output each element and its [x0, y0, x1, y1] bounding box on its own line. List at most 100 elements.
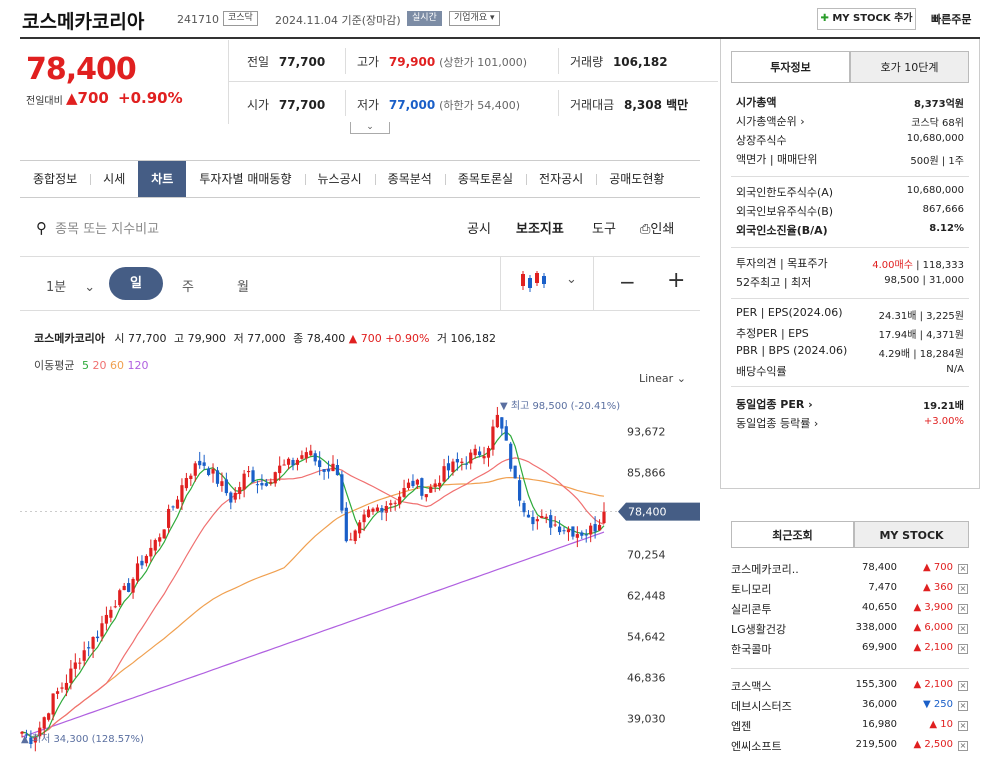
scale-dropdown[interactable]: Linear ⌄	[639, 372, 686, 385]
remove-icon[interactable]: ×	[958, 584, 968, 594]
remove-icon[interactable]: ×	[958, 681, 968, 691]
candle-body	[95, 636, 100, 639]
candle-body	[509, 443, 513, 469]
quick-order-link[interactable]: 빠른주문	[931, 11, 971, 27]
invest-row-value: 19.21배	[923, 401, 964, 412]
recent-item[interactable]: 데브시스터즈 36,000 ▼ 250 ×	[731, 698, 969, 714]
tab-analysis[interactable]: 종목분석	[374, 161, 445, 197]
remove-icon[interactable]: ×	[958, 604, 968, 614]
recent-item[interactable]: 코스메카코리.. 78,400 ▲ 700 ×	[731, 561, 969, 577]
invest-row: 액면가 | 매매단위 500원 | 1주	[736, 151, 964, 167]
invest-row: 추정PER | EPS 17.94배 | 4,371원	[736, 325, 964, 341]
recent-item-name[interactable]: 엡젠	[731, 718, 751, 734]
recent-item-name[interactable]: 토니모리	[731, 581, 771, 597]
disclosure-button[interactable]: 공시	[467, 218, 491, 237]
zoom-in-icon[interactable]: +	[667, 268, 685, 293]
remove-icon[interactable]: ×	[958, 624, 968, 634]
expand-chevron-icon[interactable]: ⌄	[350, 122, 390, 134]
candle-body	[464, 463, 468, 465]
period-month[interactable]: 월	[237, 276, 249, 295]
candle-body	[344, 507, 348, 542]
remove-icon[interactable]: ×	[958, 564, 968, 574]
company-overview-dropdown[interactable]: 기업개요 ▾	[449, 11, 500, 26]
recent-item[interactable]: 실리콘투 40,650 ▲ 3,900 ×	[731, 601, 969, 617]
tab-quote[interactable]: 시세	[90, 161, 138, 197]
recent-item-name[interactable]: 엔씨소프트	[731, 738, 782, 754]
invest-row: PBR | BPS (2024.06) 4.29배 | 18,284원	[736, 344, 964, 360]
tab-short-selling[interactable]: 공매도현황	[596, 161, 677, 197]
candle-body	[424, 494, 428, 498]
tab-chart[interactable]: 차트	[138, 161, 187, 197]
recent-item[interactable]: 코스맥스 155,300 ▲ 2,100 ×	[731, 678, 969, 694]
tab-discussion[interactable]: 종목토론실	[444, 161, 526, 197]
tab-recent[interactable]: 최근조회	[731, 521, 854, 548]
add-mystock-button[interactable]: ✚ MY STOCK 추가	[817, 8, 916, 30]
recent-item-name[interactable]: LG생활건강	[731, 621, 786, 637]
candle-body	[309, 450, 313, 456]
recent-item-change: ▲ 2,100	[913, 642, 954, 653]
candle-body	[140, 560, 144, 566]
candle-body	[406, 482, 411, 488]
candle-body	[175, 499, 180, 509]
tab-investor[interactable]: 투자자별 매매동향	[186, 161, 304, 197]
invest-row-value: 8,373억원	[913, 99, 964, 110]
invest-row-label: 외국인소진율(B/A)	[736, 224, 828, 237]
recent-item-name[interactable]: 실리콘투	[731, 601, 771, 617]
candle-body	[220, 481, 224, 486]
indicator-button[interactable]: 보조지표	[516, 218, 564, 237]
candle-body	[362, 514, 366, 523]
prev-close: 전일 77,700	[247, 55, 326, 69]
search-input[interactable]: 종목 또는 지수비교	[55, 222, 159, 237]
zoom-out-icon[interactable]: −	[619, 270, 636, 294]
chevron-down-icon[interactable]: ⌄	[566, 272, 577, 287]
candle-body	[167, 508, 171, 528]
candle-body	[526, 514, 531, 518]
recent-item-name[interactable]: 한국콜마	[731, 641, 771, 657]
recent-item-price: 69,900	[862, 642, 897, 653]
divider	[558, 90, 559, 116]
ma60-line	[21, 476, 605, 738]
candle-body	[238, 487, 242, 494]
y-axis-tick-label: 62,448	[627, 589, 666, 602]
tab-invest-info[interactable]: 투자정보	[731, 51, 850, 83]
candle-body	[135, 563, 140, 581]
candle-body	[562, 530, 566, 532]
candle-body	[375, 507, 380, 512]
remove-icon[interactable]: ×	[958, 741, 968, 751]
recent-item[interactable]: 엔씨소프트 219,500 ▲ 2,500 ×	[731, 738, 969, 754]
candle-type-icon[interactable]	[519, 270, 547, 294]
period-minute-dropdown[interactable]: 1분 ⌄	[46, 276, 95, 295]
tab-mystock[interactable]: MY STOCK	[854, 521, 969, 548]
candle-body	[478, 451, 482, 456]
candle-body	[131, 578, 135, 593]
tab-disclosure[interactable]: 전자공시	[526, 161, 596, 197]
stock-header: 코스메카코리아 241710 코스닥 2024.11.04 기준(장마감) 실시…	[0, 0, 1001, 38]
candle-body	[91, 636, 95, 649]
recent-item-name[interactable]: 데브시스터즈	[731, 698, 792, 714]
print-button[interactable]: ⎙인쇄	[640, 218, 674, 237]
candle-body	[455, 458, 459, 463]
tab-orderbook[interactable]: 호가 10단계	[850, 51, 969, 83]
candle-body	[113, 606, 117, 608]
period-week[interactable]: 주	[182, 276, 194, 295]
price-change-pct: +0.90%	[118, 89, 183, 107]
remove-icon[interactable]: ×	[958, 644, 968, 654]
tools-button[interactable]: 도구	[592, 218, 616, 237]
period-day[interactable]: 일	[109, 267, 163, 300]
recent-item[interactable]: 엡젠 16,980 ▲ 10 ×	[731, 718, 969, 734]
remove-icon[interactable]: ×	[958, 721, 968, 731]
invest-row-value: 10,680,000	[906, 133, 964, 144]
tab-news[interactable]: 뉴스공시	[304, 161, 375, 197]
recent-item-name[interactable]: 코스맥스	[731, 678, 771, 694]
price-chart[interactable]: 93,672 85,866 70,254 62,448 54,642 46,836 39,0…	[20, 385, 700, 758]
recent-item-name[interactable]: 코스메카코리..	[731, 561, 799, 577]
candle-body	[246, 470, 251, 473]
recent-item[interactable]: 한국콜마 69,900 ▲ 2,100 ×	[731, 641, 969, 657]
remove-icon[interactable]: ×	[958, 701, 968, 711]
compare-search[interactable]: ⚲ 종목 또는 지수비교	[36, 218, 159, 237]
recent-item[interactable]: LG생활건강 338,000 ▲ 6,000 ×	[731, 621, 969, 637]
candle-body	[358, 522, 362, 534]
tab-summary[interactable]: 종합정보	[20, 161, 90, 197]
candle-body	[264, 483, 268, 486]
recent-item[interactable]: 토니모리 7,470 ▲ 360 ×	[731, 581, 969, 597]
